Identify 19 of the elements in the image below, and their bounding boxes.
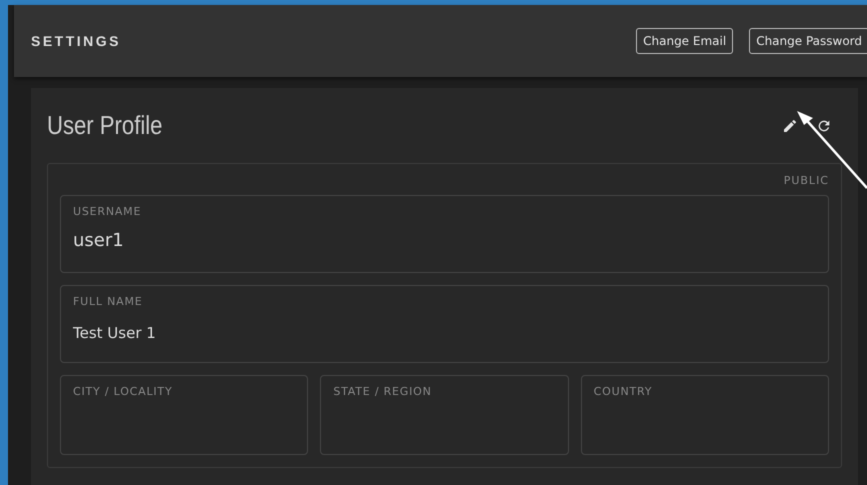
card-title: User Profile: [47, 110, 162, 141]
header-button[interactable]: Change Password: [749, 28, 867, 54]
text-field[interactable]: COUNTRY: [580, 375, 829, 455]
field-label: STATE / REGION: [333, 385, 433, 398]
header-button[interactable]: Change Email: [636, 28, 734, 54]
text-field[interactable]: CITY / LOCALITY: [60, 375, 308, 455]
field-value: Test User 1: [73, 324, 157, 342]
text-field[interactable]: STATE / REGION: [320, 375, 569, 455]
field-value: user1: [73, 230, 125, 251]
page-title: SETTINGS: [31, 33, 122, 49]
field-label: CITY / LOCALITY: [73, 385, 174, 398]
field-label: FULL NAME: [73, 295, 144, 308]
edit-icon[interactable]: [782, 118, 798, 134]
text-field[interactable]: FULL NAME Test User 1: [60, 285, 829, 363]
field-label: COUNTRY: [594, 385, 654, 398]
section-label: PUBLIC: [784, 174, 829, 187]
text-field[interactable]: USERNAME user1: [60, 195, 829, 273]
field-label: USERNAME: [73, 205, 142, 218]
refresh-icon[interactable]: [816, 118, 832, 134]
